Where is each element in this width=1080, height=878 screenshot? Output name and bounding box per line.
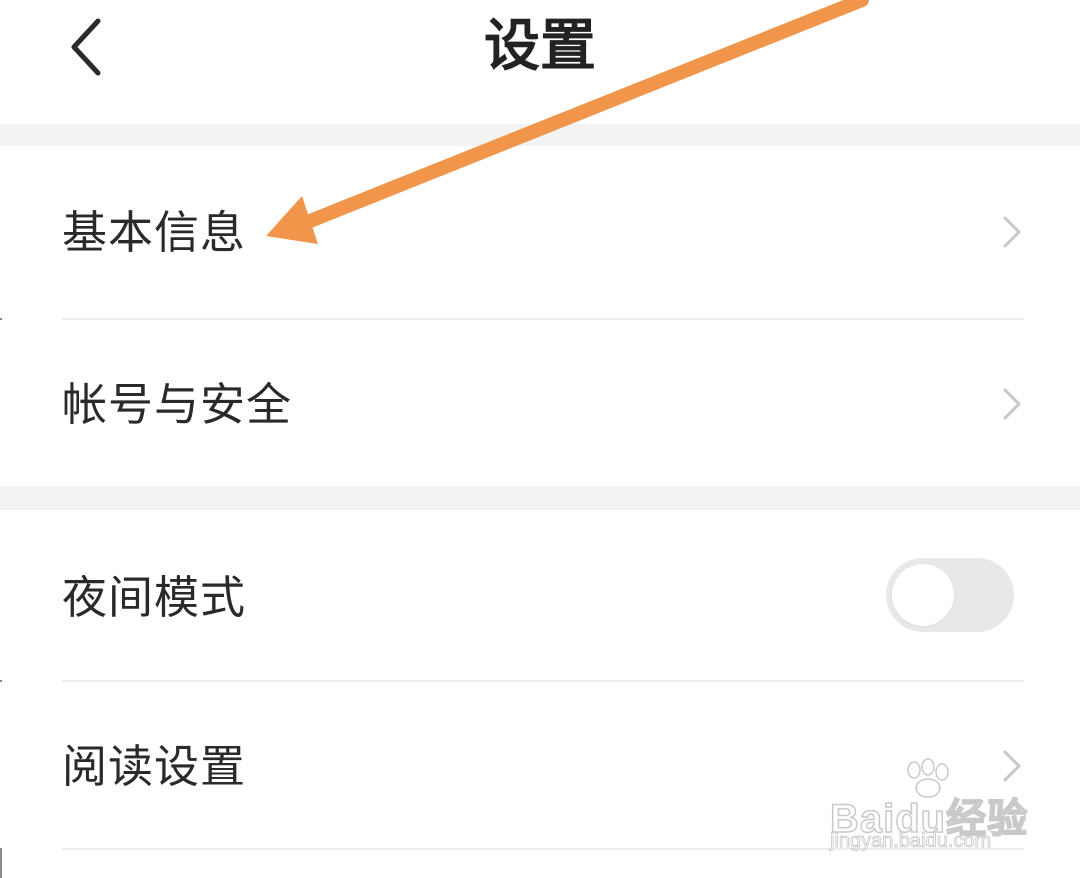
chevron-left-icon xyxy=(71,18,101,76)
settings-item-basic-info[interactable]: 基本信息 xyxy=(0,146,1080,318)
divider xyxy=(62,848,1024,850)
section-gap xyxy=(0,486,1080,510)
night-mode-toggle[interactable] xyxy=(886,558,1014,632)
chevron-right-icon xyxy=(1003,388,1021,420)
back-button[interactable] xyxy=(56,14,116,80)
settings-item-label: 帐号与安全 xyxy=(62,378,293,431)
chevron-right-icon xyxy=(1003,750,1021,782)
section-gap xyxy=(0,124,1080,146)
settings-item-label: 夜间模式 xyxy=(62,571,247,624)
settings-item-label: 阅读设置 xyxy=(62,740,247,793)
chevron-right-icon xyxy=(1003,216,1021,248)
settings-item-account-security[interactable]: 帐号与安全 xyxy=(0,320,1080,486)
header-bar: 设置 xyxy=(0,0,1080,124)
settings-item-night-mode: 夜间模式 xyxy=(0,510,1080,680)
settings-item-label: 基本信息 xyxy=(62,206,247,259)
toggle-knob xyxy=(892,564,954,626)
page-title: 设置 xyxy=(484,14,596,79)
settings-item-reading-settings[interactable]: 阅读设置 xyxy=(0,682,1080,848)
